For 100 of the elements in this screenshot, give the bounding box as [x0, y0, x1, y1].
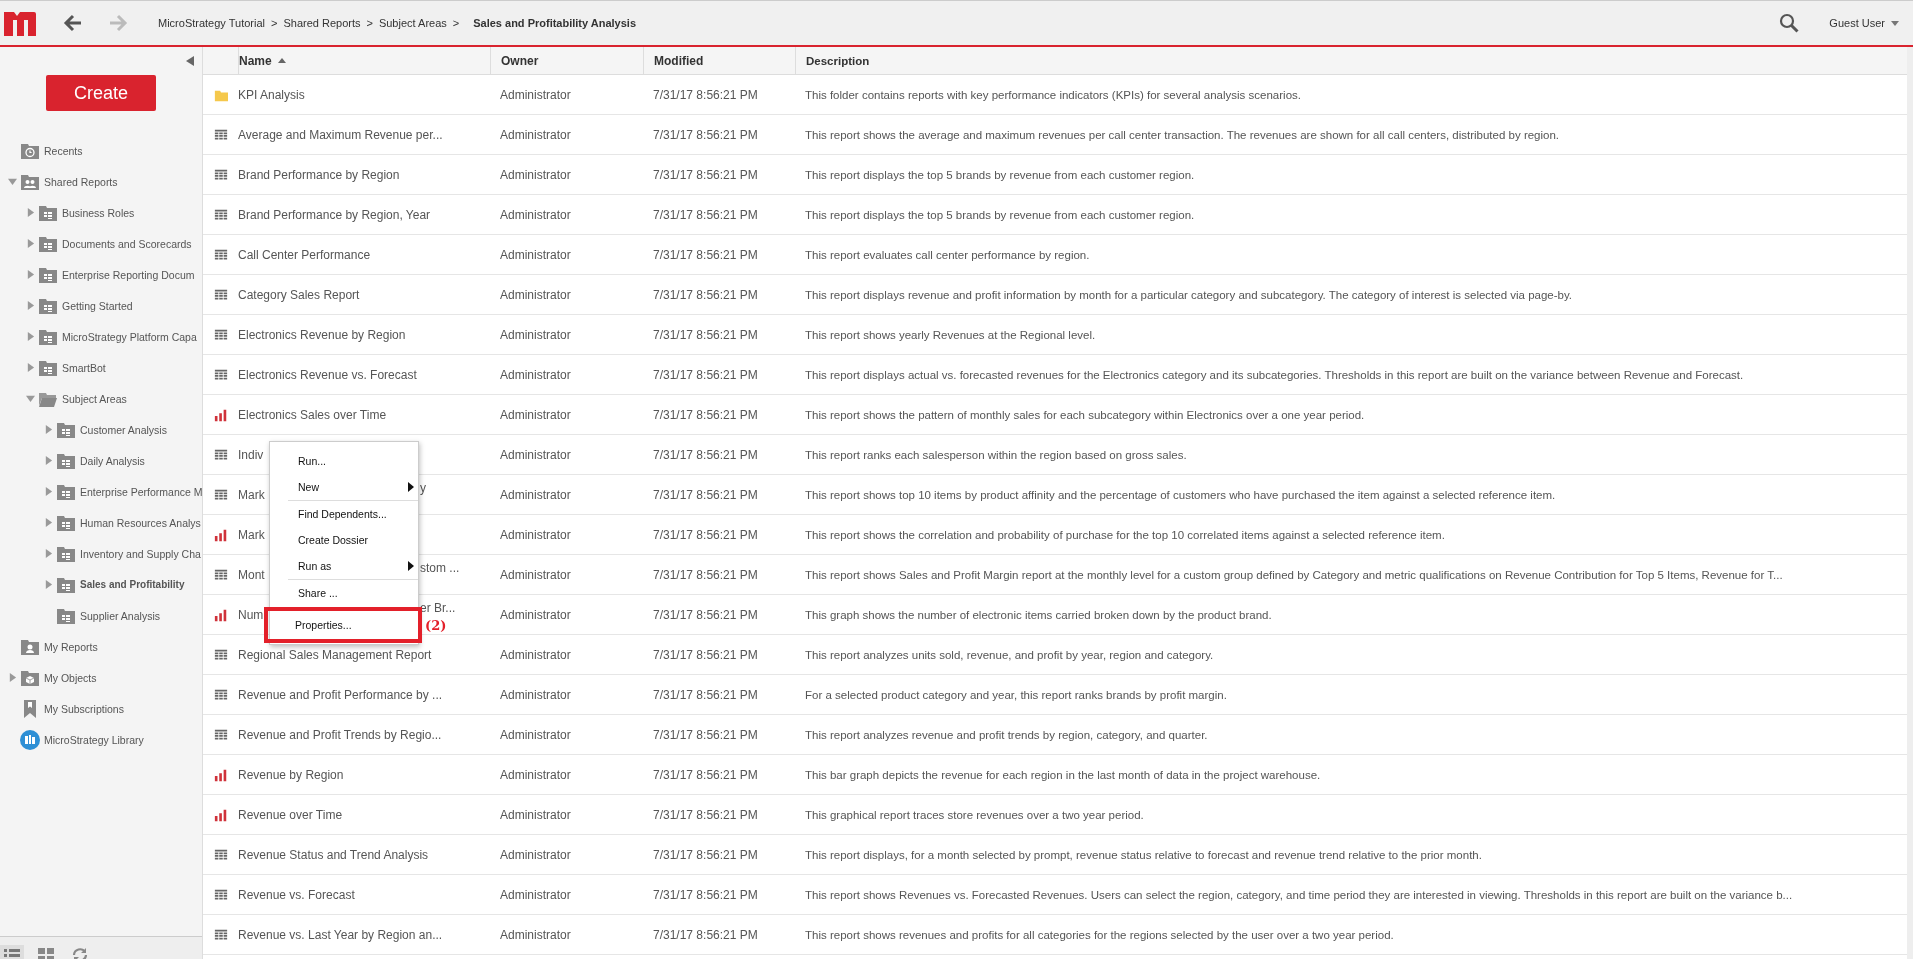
expand-triangle-icon[interactable] [44, 425, 53, 434]
report-name[interactable]: Brand Performance by Region, Year [238, 207, 431, 222]
report-name[interactable]: y [420, 480, 426, 495]
description-text: This graph shows the number of electronic items carried broken down by the product brand. [805, 608, 1272, 621]
expand-triangle-icon[interactable] [44, 487, 53, 496]
expand-triangle-icon[interactable] [26, 208, 35, 217]
table-row[interactable]: Electronics Sales over Time Administrator 7/31/17 8:56:21 PM This report shows the pattern of monthly sales for each subcategory within Electronics over a one year period. [203, 395, 1907, 435]
tree-item[interactable]: SmartBot [0, 352, 202, 383]
back-arrow-icon[interactable] [63, 13, 83, 33]
report-name[interactable]: Electronics Sales over Time [238, 407, 387, 422]
tree-item[interactable]: MicroStrategy Library [0, 724, 202, 755]
expand-triangle-icon[interactable] [44, 549, 53, 558]
report-name[interactable]: Brand Performance by Region [238, 167, 400, 182]
table-row[interactable]: Call Center Performance Administrator 7/31/17 8:56:21 PM This report evaluates call center performance by region. [203, 235, 1907, 275]
tree-item[interactable]: Documents and Scorecards [0, 228, 202, 259]
expand-triangle-icon[interactable] [26, 363, 35, 372]
table-row[interactable]: Revenue and Profit Performance by ... Administrator 7/31/17 8:56:21 PM For a selected product category and year, this report ranks brands by profit margin. [203, 675, 1907, 715]
tree-item[interactable]: Business Roles [0, 197, 202, 228]
breadcrumb-link[interactable]: Shared Reports [283, 17, 361, 29]
report-name[interactable]: Mark [238, 487, 265, 502]
menu-item[interactable]: Run as [270, 553, 418, 579]
report-name[interactable]: stom ... [420, 560, 460, 575]
forward-arrow-icon[interactable] [108, 13, 128, 33]
expand-triangle-icon[interactable] [26, 332, 35, 341]
table-row[interactable]: Revenue over Time Administrator 7/31/17 8:56:21 PM This graphical report traces store revenues over a two year period. [203, 795, 1907, 835]
tree-item[interactable]: My Subscriptions [0, 693, 202, 724]
report-name[interactable]: Mont [238, 567, 265, 582]
report-name[interactable]: Regional Sales Management Report [238, 647, 432, 662]
menu-item[interactable]: New [270, 474, 418, 500]
tree-item[interactable]: My Reports [0, 631, 202, 662]
tree-item[interactable]: Subject Areas [0, 383, 202, 414]
report-name[interactable]: Call Center Performance [238, 247, 371, 262]
report-name[interactable]: Revenue vs. Last Year by Region an... [238, 927, 443, 942]
report-name[interactable]: Mark [238, 527, 265, 542]
search-icon[interactable] [1779, 13, 1800, 33]
tree-item[interactable]: Enterprise Reporting Docum [0, 259, 202, 290]
create-button[interactable]: Create [46, 75, 156, 111]
table-row[interactable]: KPI Analysis Administrator 7/31/17 8:56:21 PM This folder contains reports with key performance indicators (KPIs) for several analysis scenarios. [203, 75, 1907, 115]
breadcrumb-link[interactable]: Sales and Profitability Analysis [473, 17, 637, 29]
owner-text: Administrator [500, 647, 571, 662]
tree-item[interactable]: Human Resources Analys [0, 507, 202, 538]
tree-item[interactable]: Daily Analysis [0, 445, 202, 476]
bar-chart-icon [213, 607, 228, 622]
report-name[interactable]: Revenue by Region [238, 767, 344, 782]
owner-text: Administrator [500, 247, 571, 262]
table-row[interactable]: Electronics Revenue by Region Administrator 7/31/17 8:56:21 PM This report shows yearly Revenues at the Regional level. [203, 315, 1907, 355]
breadcrumb-link[interactable]: MicroStrategy Tutorial [158, 17, 265, 29]
tree-item[interactable]: Recents [0, 135, 202, 166]
report-name[interactable]: Average and Maximum Revenue per... [238, 127, 443, 142]
report-name[interactable]: Revenue and Profit Trends by Regio... [238, 727, 442, 742]
table-row[interactable]: Brand Performance by Region, Year Administrator 7/31/17 8:56:21 PM This report displays the top 5 brands by revenue from each customer region. [203, 195, 1907, 235]
table-row[interactable]: Revenue and Profit Trends by Regio... Administrator 7/31/17 8:56:21 PM This report analyzes revenue and profit trends by region, category, and quarter. [203, 715, 1907, 755]
collapse-icon[interactable] [186, 56, 194, 66]
report-name[interactable]: Electronics Revenue vs. Forecast [238, 367, 417, 382]
tree-item[interactable]: Getting Started [0, 290, 202, 321]
tree-item[interactable]: Enterprise Performance M [0, 476, 202, 507]
expand-triangle-icon[interactable] [26, 270, 35, 279]
report-name[interactable]: Revenue and Profit Performance by ... [238, 687, 443, 702]
list-view-icon[interactable] [0, 945, 24, 959]
column-header[interactable]: Description [795, 47, 1907, 74]
tree-item[interactable]: Customer Analysis [0, 414, 202, 445]
report-name[interactable]: Category Sales Report [238, 287, 360, 302]
table-row[interactable]: Revenue by Region Administrator 7/31/17 8:56:21 PM This bar graph depicts the revenue for each region in the last month of data in the project warehouse. [203, 755, 1907, 795]
tree-item[interactable]: MicroStrategy Platform Capa [0, 321, 202, 352]
report-name[interactable]: Electronics Revenue by Region [238, 327, 406, 342]
owner-text: Administrator [500, 447, 571, 462]
report-name[interactable]: Num [238, 607, 264, 622]
breadcrumb-link[interactable]: Subject Areas [378, 17, 447, 29]
table-row[interactable]: Revenue vs. Last Year by Region an... Administrator 7/31/17 8:56:21 PM This report shows revenues and profits for all categories for the regions selected by the user over a two year period. [203, 915, 1907, 955]
menu-item[interactable]: Create Dossier [270, 527, 418, 553]
column-header[interactable]: Modified [643, 47, 795, 74]
report-name[interactable]: KPI Analysis [238, 87, 305, 102]
tree-item[interactable]: Shared Reports [0, 166, 202, 197]
expand-triangle-icon[interactable] [26, 239, 35, 248]
breadcrumb-separator: > [366, 17, 373, 29]
modified-date: 7/31/17 8:56:21 PM [653, 167, 758, 182]
report-name[interactable]: Indiv [238, 447, 264, 462]
expand-triangle-icon[interactable] [44, 580, 53, 589]
report-name[interactable]: Revenue vs. Forecast [238, 887, 355, 902]
grid-report-icon [213, 247, 228, 262]
grid-report-icon [213, 687, 228, 702]
expand-triangle-icon[interactable] [26, 301, 35, 310]
column-header[interactable]: Owner [490, 47, 643, 74]
tree-item[interactable]: Supplier Analysis [0, 600, 202, 631]
expand-triangle-icon[interactable] [8, 673, 17, 682]
menu-item[interactable]: Run... [270, 448, 418, 474]
owner-text: Administrator [500, 847, 571, 862]
expand-triangle-icon[interactable] [44, 518, 53, 527]
column-header[interactable]: Name [238, 47, 490, 74]
report-name[interactable]: Revenue over Time [238, 807, 343, 822]
report-name[interactable]: Revenue Status and Trend Analysis [238, 847, 429, 862]
tree-item[interactable]: Inventory and Supply Cha [0, 538, 202, 569]
collapse-triangle-icon[interactable] [8, 177, 17, 186]
tree-item[interactable]: My Objects [0, 662, 202, 693]
bar-chart-icon [213, 527, 228, 542]
expand-triangle-icon[interactable] [44, 456, 53, 465]
user-menu[interactable]: Guest User [1827, 15, 1901, 31]
table-row[interactable]: Brand Performance by Region Administrator 7/31/17 8:56:21 PM This report displays the top 5 brands by revenue from each customer region. [203, 155, 1907, 195]
tree-item[interactable]: Sales and Profitability [0, 569, 202, 600]
collapse-triangle-icon[interactable] [26, 394, 35, 403]
